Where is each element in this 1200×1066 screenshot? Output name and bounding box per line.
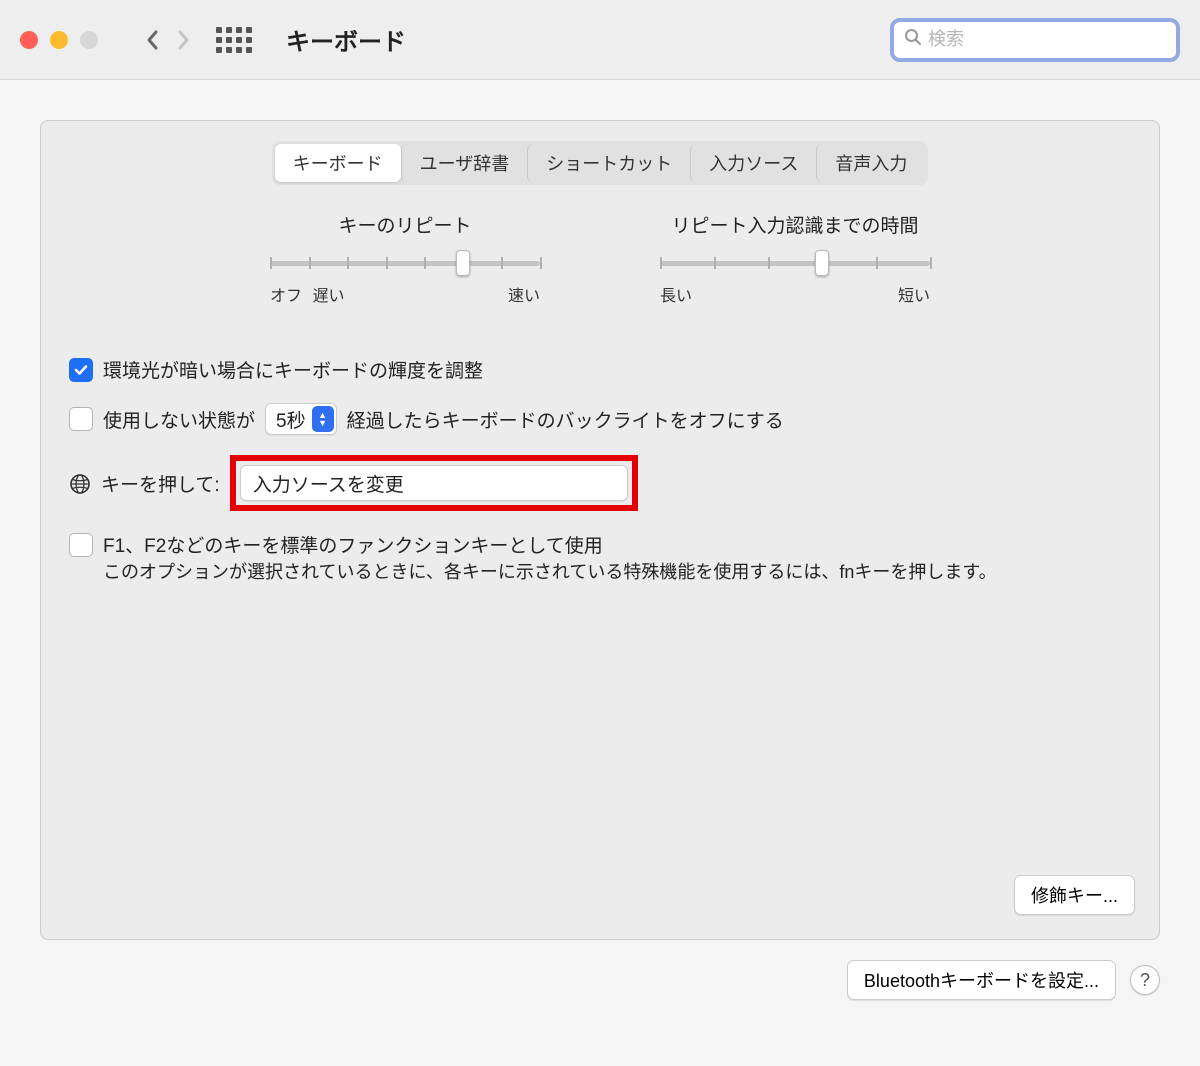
key-repeat-label: キーのリピート [270,211,540,238]
tab-shortcuts[interactable]: ショートカット [527,144,690,182]
search-field[interactable] [890,18,1180,62]
traffic-lights [20,31,98,49]
delay-long-label: 長い [660,282,692,306]
stepper-icon: ▲▼ [600,469,624,497]
tab-user-dictionary[interactable]: ユーザ辞書 [401,144,528,182]
adjust-brightness-checkbox[interactable] [69,358,93,382]
tab-keyboard[interactable]: キーボード [275,144,401,182]
tab-dictation[interactable]: 音声入力 [816,144,925,182]
bluetooth-keyboard-button[interactable]: Bluetoothキーボードを設定... [847,960,1116,1000]
globe-icon [69,473,91,495]
delay-label: リピート入力認識までの時間 [660,211,930,238]
fn-keys-description: このオプションが選択されているときに、各キーに示されている特殊機能を使用するには… [103,558,1131,587]
search-icon [904,28,922,52]
fn-keys-checkbox[interactable] [69,533,93,557]
idle-duration-value: 5秒 [276,406,306,433]
backlight-off-suffix: 経過したらキーボードのバックライトをオフにする [347,406,784,433]
search-input[interactable] [928,29,1166,50]
delay-short-label: 短い [898,282,930,306]
tab-input-sources[interactable]: 入力ソース [690,144,816,182]
key-repeat-slider[interactable] [270,252,540,274]
key-repeat-slow-label: 遅い [312,288,344,305]
zoom-window-button [80,31,98,49]
backlight-off-checkbox[interactable] [69,407,93,431]
back-button[interactable] [138,28,168,52]
help-button[interactable]: ? [1130,965,1160,995]
window-title: キーボード [286,22,406,57]
highlighted-region: 入力ソースを変更 ▲▼ [230,455,638,511]
delay-slider[interactable] [660,252,930,274]
show-all-icon[interactable] [216,27,252,53]
adjust-brightness-label: 環境光が暗い場合にキーボードの輝度を調整 [103,356,483,383]
toolbar: キーボード [0,0,1200,80]
key-repeat-slider-group: キーのリピート オフ 遅い [270,211,540,306]
forward-button [168,28,198,52]
tab-bar: キーボード ユーザ辞書 ショートカット 入力ソース 音声入力 [65,141,1135,185]
globe-key-label: キーを押して: [101,470,220,497]
settings-panel: キーボード ユーザ辞書 ショートカット 入力ソース 音声入力 キーのリピート [40,120,1160,940]
globe-action-value: 入力ソースを変更 [253,470,404,497]
fn-keys-label: F1、F2などのキーを標準のファンクションキーとして使用 [103,531,603,558]
key-repeat-fast-label: 速い [508,282,540,306]
idle-duration-select[interactable]: 5秒 ▲▼ [265,403,337,435]
key-repeat-off-label: オフ [270,288,302,305]
globe-action-select[interactable]: 入力ソースを変更 ▲▼ [240,465,628,501]
minimize-window-button[interactable] [50,31,68,49]
stepper-icon: ▲▼ [312,406,334,432]
footer: Bluetoothキーボードを設定... ? [0,940,1200,1020]
delay-slider-group: リピート入力認識までの時間 長い 短い [660,211,930,306]
modifier-keys-button[interactable]: 修飾キー... [1014,875,1135,915]
close-window-button[interactable] [20,31,38,49]
backlight-off-prefix: 使用しない状態が [103,406,255,433]
